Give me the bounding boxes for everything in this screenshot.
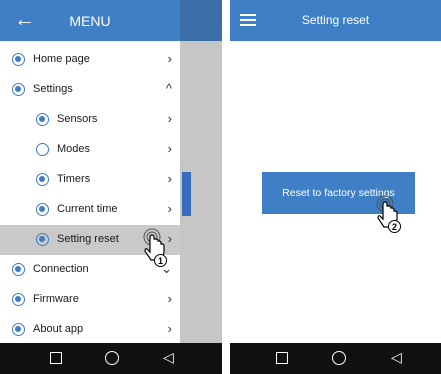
- menu-item-label: Home page: [33, 53, 90, 65]
- app-header: Setting reset: [230, 0, 441, 41]
- android-nav-bar: ◁: [0, 343, 222, 374]
- reset-icon: [36, 233, 49, 246]
- chevron-right-icon: ›: [167, 141, 172, 156]
- menu-item-label: Timers: [57, 173, 91, 185]
- menu-item-firmware[interactable]: Firmware ›: [0, 285, 180, 315]
- recents-icon[interactable]: [276, 352, 288, 364]
- menu-item-settings[interactable]: Settings ^: [0, 75, 180, 105]
- back-triangle-icon[interactable]: ◁: [163, 349, 174, 366]
- page-title: Setting reset: [301, 13, 370, 27]
- connection-icon: [12, 263, 25, 276]
- chevron-up-icon: ^: [165, 81, 172, 96]
- step-badge: 1: [154, 254, 167, 267]
- setting-reset-screen: Setting reset Reset to factory settings …: [230, 0, 441, 374]
- menu-item-modes[interactable]: Modes ›: [0, 135, 180, 165]
- menu-screen: ← MENU Home page › Settings ^ Sensors › …: [0, 0, 222, 374]
- menu-item-label: Current time: [57, 203, 118, 215]
- step-badge: 2: [388, 220, 401, 233]
- chevron-right-icon: ›: [167, 51, 172, 66]
- menu-item-label: Connection: [33, 263, 89, 275]
- underlying-app-header: [180, 0, 222, 41]
- home-icon: [12, 53, 25, 66]
- menu-item-label: Firmware: [33, 293, 79, 305]
- modes-icon: [36, 143, 49, 156]
- back-triangle-icon[interactable]: ◁: [391, 349, 402, 366]
- scrollbar[interactable]: [182, 172, 191, 216]
- settings-icon: [12, 83, 25, 96]
- menu-header: ← MENU: [0, 0, 180, 41]
- chevron-right-icon: ›: [167, 201, 172, 216]
- timer-icon: [36, 173, 49, 186]
- clock-icon: [36, 203, 49, 216]
- menu-list: Home page › Settings ^ Sensors › Modes ›…: [0, 41, 180, 343]
- menu-item-label: Modes: [57, 143, 91, 155]
- home-circle-icon[interactable]: [105, 351, 119, 365]
- chevron-right-icon: ›: [167, 321, 172, 336]
- menu-item-about-app[interactable]: About app ›: [0, 315, 180, 345]
- android-nav-bar: ◁: [230, 343, 441, 374]
- chevron-right-icon: ›: [167, 171, 172, 186]
- menu-item-sensors[interactable]: Sensors ›: [0, 105, 180, 135]
- menu-item-home-page[interactable]: Home page ›: [0, 45, 180, 75]
- home-circle-icon[interactable]: [332, 351, 346, 365]
- sensors-icon: [36, 113, 49, 126]
- menu-item-timers[interactable]: Timers ›: [0, 165, 180, 195]
- menu-item-label: About app: [33, 323, 84, 335]
- menu-title: MENU: [69, 13, 111, 29]
- chevron-right-icon: ›: [167, 111, 172, 126]
- menu-item-label: Sensors: [57, 113, 98, 125]
- menu-item-current-time[interactable]: Current time ›: [0, 195, 180, 225]
- recents-icon[interactable]: [50, 352, 62, 364]
- chevron-right-icon: ›: [167, 291, 172, 306]
- menu-item-label: Settings: [33, 83, 73, 95]
- menu-item-label: Setting reset: [57, 233, 119, 245]
- info-icon: [12, 323, 25, 336]
- firmware-icon: [12, 293, 25, 306]
